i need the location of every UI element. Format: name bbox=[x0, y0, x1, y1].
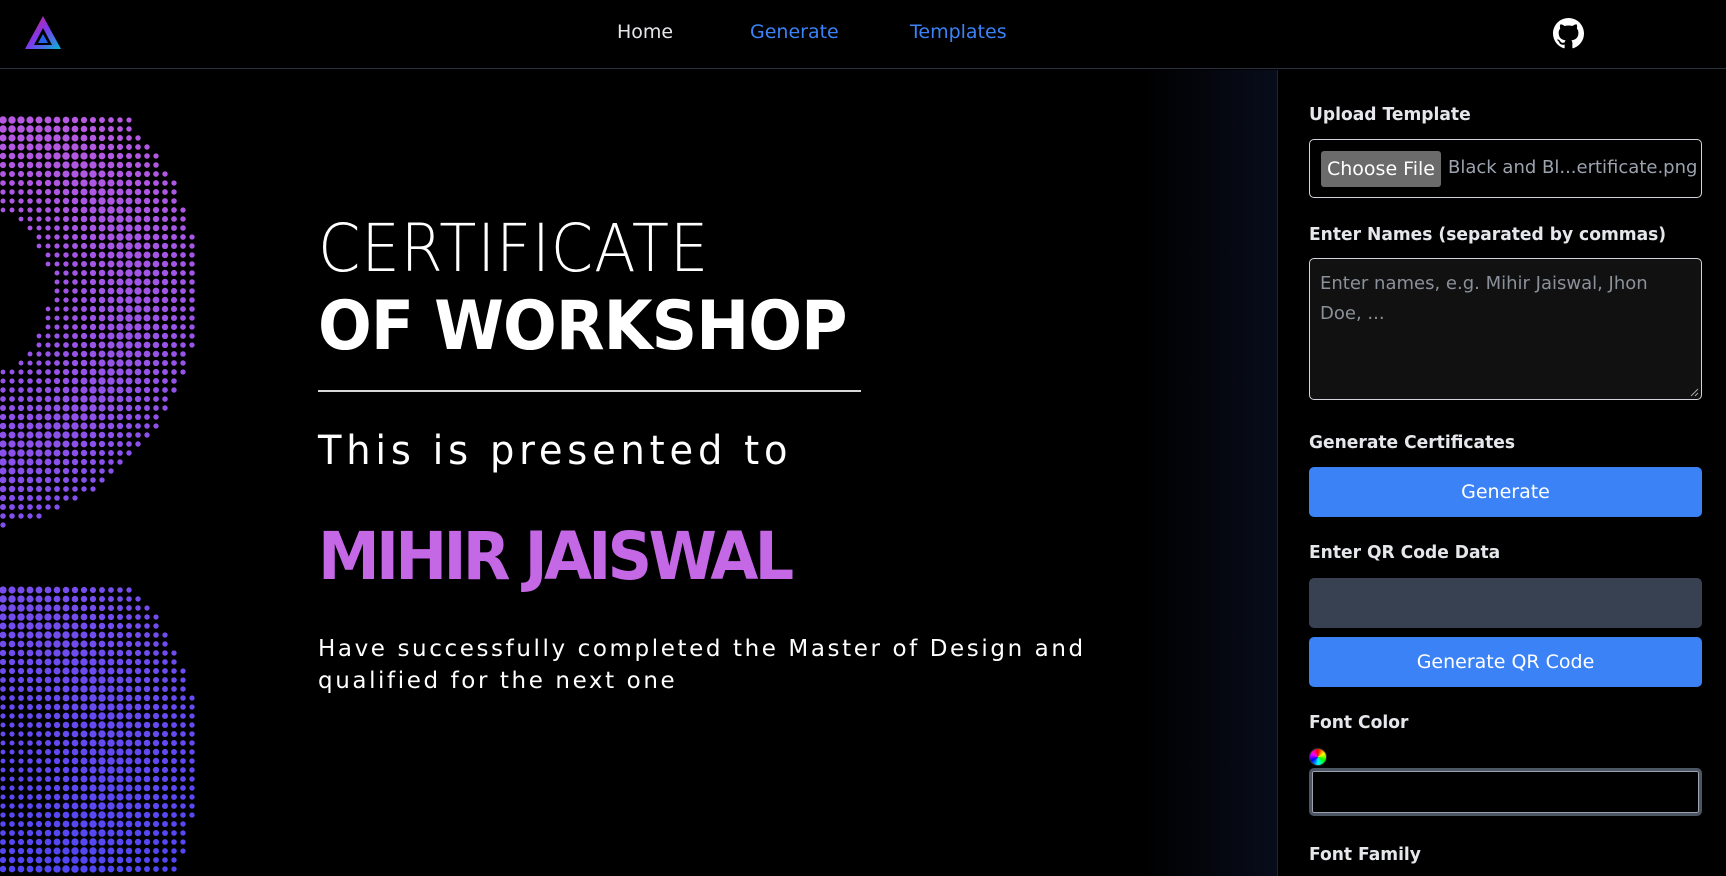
certificate-recipient-name: MIHIR JAISWAL bbox=[318, 518, 794, 595]
nav-home-link[interactable]: Home bbox=[617, 21, 673, 43]
settings-panel: Upload Template Choose File Black and Bl… bbox=[1279, 70, 1726, 876]
selected-file-name: Black and Bl...ertificate.png bbox=[1448, 157, 1698, 178]
github-icon[interactable] bbox=[1553, 18, 1584, 49]
halftone-decoration bbox=[0, 116, 195, 873]
certificate-divider bbox=[318, 390, 861, 392]
qr-code-input[interactable] bbox=[1309, 578, 1702, 628]
generate-certificates-label: Generate Certificates bbox=[1309, 432, 1516, 453]
resize-grip-icon[interactable] bbox=[1689, 387, 1699, 397]
nav-links: Home Generate Templates bbox=[0, 0, 1726, 69]
certificate-title-line1: CERTIFICATE bbox=[318, 210, 710, 287]
generate-button[interactable]: Generate bbox=[1309, 467, 1702, 517]
nav-templates-link[interactable]: Templates bbox=[910, 21, 1007, 43]
certificate-preview: CERTIFICATE OF WORKSHOP This is presente… bbox=[0, 70, 1278, 876]
qr-code-label: Enter QR Code Data bbox=[1309, 542, 1501, 563]
color-wheel-icon[interactable] bbox=[1309, 748, 1327, 766]
choose-file-button[interactable]: Choose File bbox=[1321, 151, 1441, 187]
top-navigation: Home Generate Templates bbox=[0, 0, 1726, 69]
preview-edge-glow bbox=[1140, 70, 1277, 876]
font-color-label: Font Color bbox=[1309, 712, 1409, 733]
certificate-presented-text: This is presented to bbox=[318, 428, 793, 474]
names-textarea[interactable] bbox=[1309, 258, 1702, 400]
template-file-input[interactable]: Choose File Black and Bl...ertificate.pn… bbox=[1309, 139, 1702, 198]
nav-generate-link[interactable]: Generate bbox=[750, 21, 839, 43]
generate-qr-button[interactable]: Generate QR Code bbox=[1309, 637, 1702, 687]
certificate-title-line2: OF WORKSHOP bbox=[318, 287, 847, 366]
enter-names-label: Enter Names (separated by commas) bbox=[1309, 224, 1667, 245]
font-family-label: Font Family bbox=[1309, 844, 1421, 865]
certificate-description: Have successfully completed the Master o… bbox=[318, 636, 1086, 694]
upload-template-label: Upload Template bbox=[1309, 104, 1471, 125]
font-color-input[interactable] bbox=[1309, 768, 1702, 816]
